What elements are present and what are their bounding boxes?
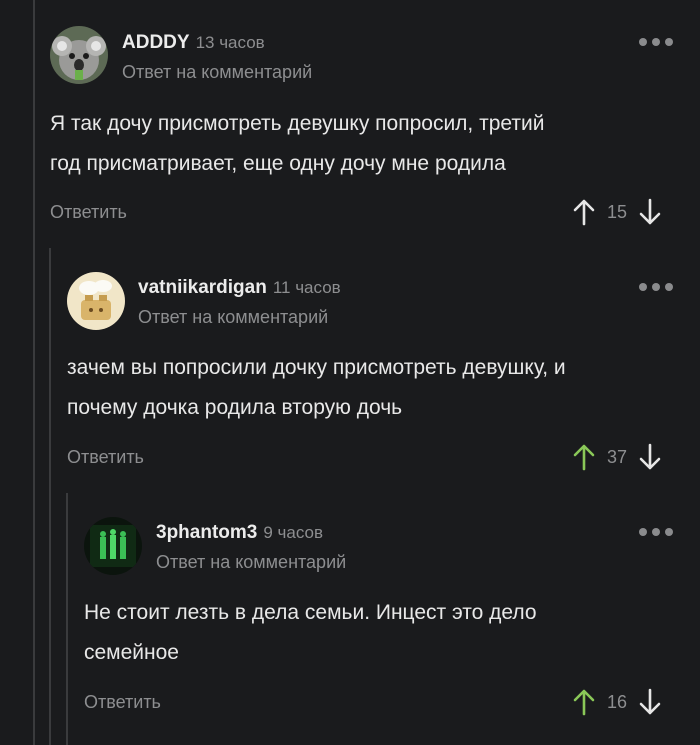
comment-author[interactable]: 3phantom3 9 часов xyxy=(156,522,323,544)
green-figures-avatar-icon[interactable] xyxy=(84,517,142,575)
comment-author[interactable]: ADDDY 13 часов xyxy=(122,32,265,54)
vote-controls: 15 xyxy=(572,198,662,226)
comment-text-line: семейное xyxy=(84,641,179,664)
upvote-arrow-icon[interactable] xyxy=(572,443,596,471)
reply-button[interactable]: Ответить xyxy=(84,692,161,713)
comment-time: 9 часов xyxy=(263,523,324,542)
koala-avatar-icon[interactable] xyxy=(50,26,108,84)
vote-controls: 37 xyxy=(572,443,662,471)
comment-author[interactable]: vatniikardigan 11 часов xyxy=(138,277,341,299)
comment-text: Не стоит лезть в дела семьи. Инцест это … xyxy=(84,593,684,673)
toaster-avatar-icon[interactable] xyxy=(67,272,125,330)
vote-count: 15 xyxy=(606,201,628,222)
reply-button[interactable]: Ответить xyxy=(50,202,127,223)
upvote-arrow-icon[interactable] xyxy=(572,688,596,716)
vote-count: 16 xyxy=(606,691,628,712)
upvote-arrow-icon[interactable] xyxy=(572,198,596,226)
downvote-arrow-icon[interactable] xyxy=(638,688,662,716)
reply-button[interactable]: Ответить xyxy=(67,447,144,468)
vote-count: 37 xyxy=(606,446,628,467)
more-options-icon[interactable] xyxy=(639,528,673,536)
comment-time: 13 часов xyxy=(195,33,265,52)
more-options-icon[interactable] xyxy=(639,283,673,291)
comment-text: Я так дочу присмотреть девушку попросил,… xyxy=(50,104,690,184)
comment: 3phantom3 9 часов Ответ на комментарий Не… xyxy=(0,490,700,745)
comment-text: зачем вы попросили дочку присмотреть дев… xyxy=(67,348,692,428)
reply-to-link[interactable]: Ответ на комментарий xyxy=(122,62,312,83)
reply-to-link[interactable]: Ответ на комментарий xyxy=(156,552,346,573)
downvote-arrow-icon[interactable] xyxy=(638,443,662,471)
comment-text-line: Я так дочу присмотреть девушку попросил,… xyxy=(50,112,545,135)
comment-text-line: зачем вы попросили дочку присмотреть дев… xyxy=(67,356,566,379)
reply-to-link[interactable]: Ответ на комментарий xyxy=(138,307,328,328)
comment-text-line: год присматривает, еще одну дочу мне род… xyxy=(50,152,506,175)
vote-controls: 16 xyxy=(572,688,662,716)
comment-text-line: почему дочка родила вторую дочь xyxy=(67,396,403,419)
more-options-icon[interactable] xyxy=(639,38,673,46)
comment: ADDDY 13 часов Ответ на комментарий Я так… xyxy=(0,0,700,245)
comment-text-line: Не стоит лезть в дела семьи. Инцест это … xyxy=(84,601,537,624)
downvote-arrow-icon[interactable] xyxy=(638,198,662,226)
comment-time: 11 часов xyxy=(272,278,341,297)
comment: vatniikardigan 11 часов Ответ на коммента… xyxy=(0,245,700,490)
